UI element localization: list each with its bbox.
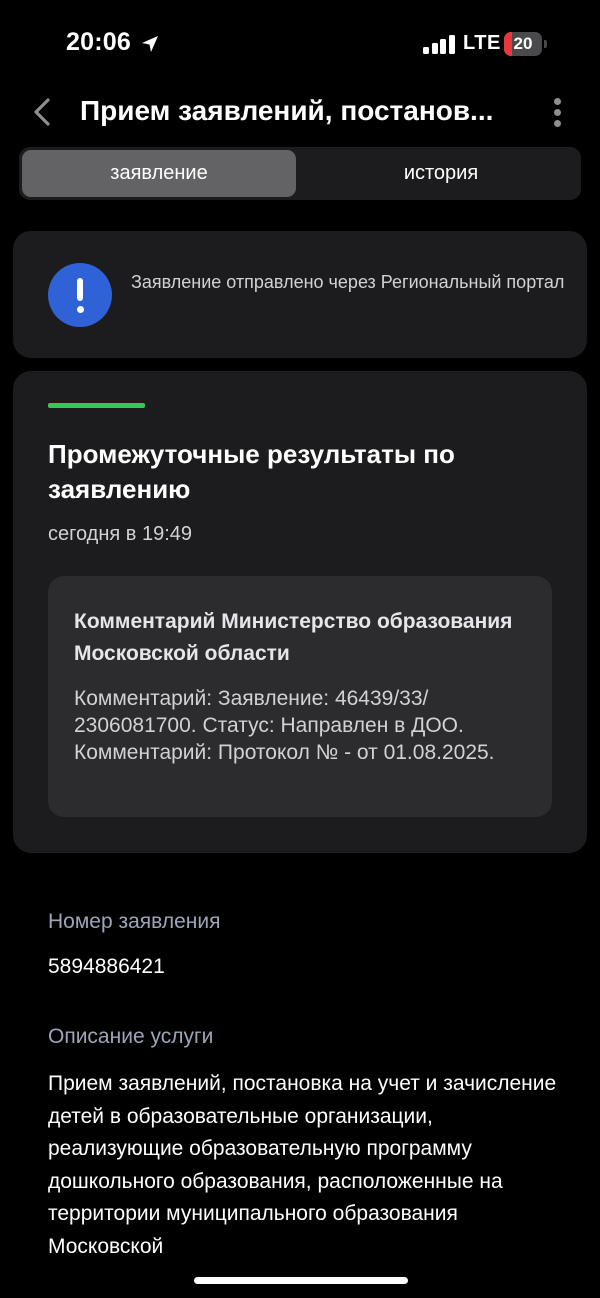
tab-application[interactable]: заявление xyxy=(22,150,296,197)
result-timestamp: сегодня в 19:49 xyxy=(48,523,192,545)
cellular-signal-icon xyxy=(423,34,455,54)
result-title: Промежуточные результаты по заявлению xyxy=(48,439,455,504)
battery-icon: 20 xyxy=(504,32,547,56)
segmented-control: заявление история xyxy=(19,147,581,200)
service-description-label: Описание услуги xyxy=(48,1025,214,1048)
page-title: Прием заявлений, постанов... xyxy=(80,95,494,126)
tab-history[interactable]: история xyxy=(304,150,578,197)
navigation-bar: Прием заявлений, постанов... xyxy=(0,88,600,138)
status-time: 20:06 xyxy=(66,28,131,56)
info-banner: Заявление отправлено через Региональный … xyxy=(13,231,587,358)
location-arrow-icon xyxy=(142,36,158,52)
comment-box: Комментарий Министерство образования Мос… xyxy=(48,576,552,817)
screen: 20:06 LTE 20 Прием заявлений, постанов..… xyxy=(0,0,600,1298)
home-indicator[interactable] xyxy=(194,1277,408,1284)
exclamation-icon xyxy=(48,263,112,327)
application-number-value: 5894886421 xyxy=(48,955,165,978)
application-number-label: Номер заявления xyxy=(48,910,221,933)
service-description-value: Прием заявлений, постановка на учет и за… xyxy=(48,1072,557,1258)
info-banner-text: Заявление отправлено через Региональный … xyxy=(131,272,565,292)
comment-title: Комментарий Министерство образования Мос… xyxy=(74,610,513,665)
status-indicator-line xyxy=(48,403,145,408)
result-card: Промежуточные результаты по заявлению се… xyxy=(13,371,587,853)
network-type: LTE xyxy=(463,32,501,54)
more-vertical-icon[interactable] xyxy=(546,94,570,132)
chevron-left-icon[interactable] xyxy=(24,92,60,132)
comment-body: Комментарий: Заявление: 46439/33/ 230608… xyxy=(74,687,495,764)
status-bar: 20:06 LTE 20 xyxy=(0,0,600,88)
battery-level: 20 xyxy=(513,34,533,53)
